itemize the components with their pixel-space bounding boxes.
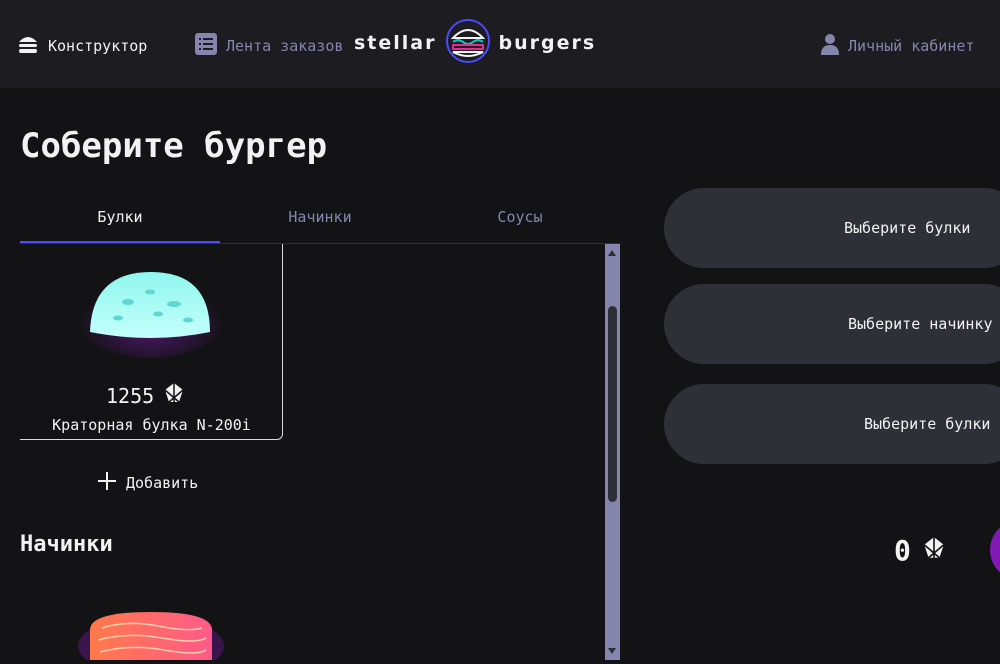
filling-image [78,606,224,664]
logo-burger-icon [445,18,491,68]
ingredients-scrollbar[interactable] [605,244,620,660]
slot-bottom-label: Выберите булки [864,415,991,433]
constructor-slot-top[interactable]: Выберите булки [664,188,1000,268]
list-icon [194,32,218,60]
scroll-down-arrow-icon[interactable] [608,648,616,654]
bun-image [78,262,224,362]
slot-top-label: Выберите булки [844,219,971,237]
place-order-button[interactable] [990,520,1000,580]
total-value: 0 [894,534,911,567]
scroll-thumb[interactable] [608,306,617,502]
nav-account[interactable]: Личный кабинет [820,32,974,60]
ingredient-name: Краторная булка N-200i [52,416,251,434]
scroll-up-arrow-icon[interactable] [608,250,616,256]
plus-icon [96,470,118,496]
constructor-slot-bottom[interactable]: Выберите булки [664,384,1000,464]
total-currency-icon [921,534,947,567]
stellar-burgers-logo[interactable]: stellar burgers [354,18,646,68]
ingredient-price: 1255 [106,382,186,409]
currency-icon [162,382,186,409]
tab-sauces[interactable]: Соусы [420,200,620,243]
burger-icon [16,32,40,60]
nav-orders-feed[interactable]: Лента заказов [194,32,343,60]
nav-account-label: Личный кабинет [848,37,975,55]
tab-buns[interactable]: Булки [20,200,220,243]
logo-text-left: stellar [354,32,437,54]
nav-orders-label: Лента заказов [226,37,344,55]
slot-middle-label: Выберите начинку [848,315,993,333]
constructor-slot-middle[interactable]: Выберите начинку [664,284,1000,364]
app-header: Конструктор Лента заказов stellar burger… [0,0,1000,88]
nav-constructor[interactable]: Конструктор [16,32,147,60]
logo-text-right: burgers [498,32,597,54]
ingredient-tabs: Булки Начинки Соусы [20,200,620,244]
add-ingredient-button[interactable]: Добавить [96,470,198,496]
order-total: 0 [894,534,947,567]
price-value: 1255 [106,383,155,408]
add-label: Добавить [126,474,199,492]
nav-constructor-label: Конструктор [48,37,148,55]
section-title-fillings: Начинки [20,532,113,557]
profile-icon [820,32,840,60]
tab-fillings[interactable]: Начинки [220,200,420,243]
page-title: Соберите бургер [20,126,328,166]
